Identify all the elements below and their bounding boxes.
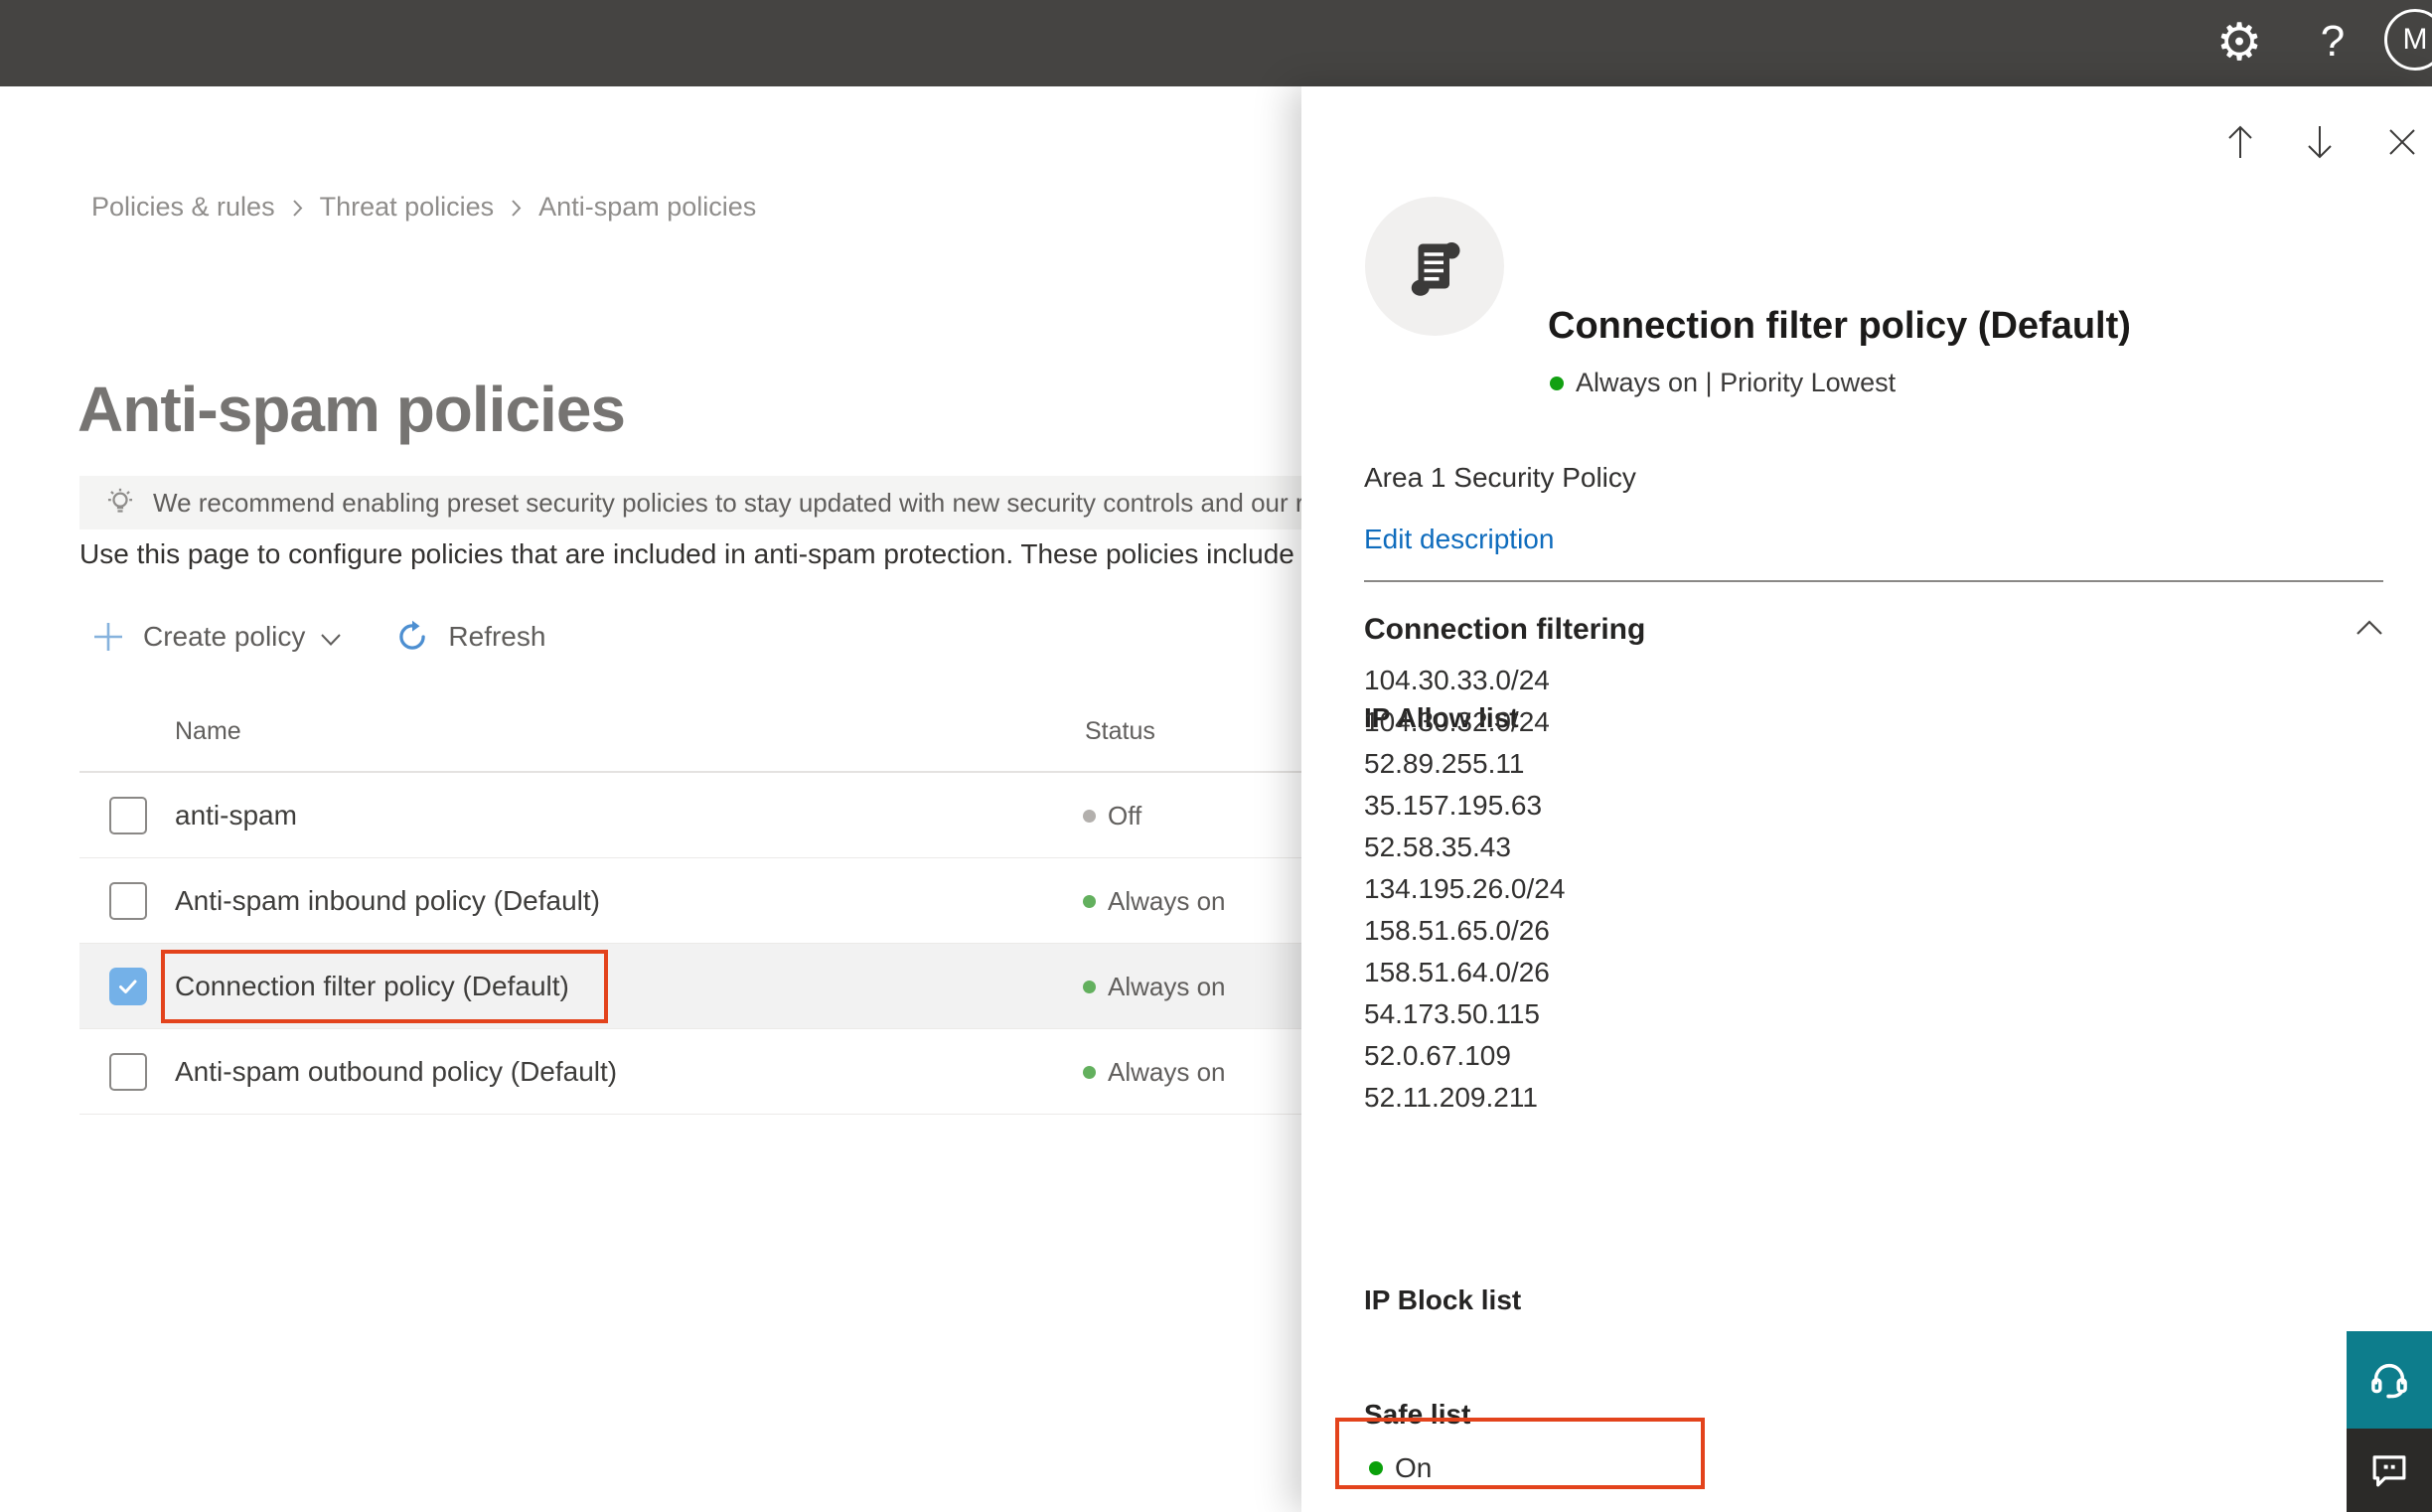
- status-dot-on: [1550, 376, 1564, 390]
- annotation-box: [1335, 1418, 1705, 1489]
- table-row[interactable]: Anti-spam inbound policy (Default) Alway…: [79, 858, 1303, 944]
- ip-entry: 52.0.67.109: [1364, 1040, 1511, 1071]
- banner-text: We recommend enabling preset security po…: [153, 487, 1303, 518]
- feedback-button[interactable]: [2347, 1429, 2432, 1512]
- headset-icon: [2366, 1357, 2412, 1403]
- refresh-button[interactable]: Refresh: [394, 619, 559, 655]
- flyout-title: Connection filter policy (Default): [1548, 305, 2131, 347]
- ip-entry: 52.58.35.43: [1364, 832, 1511, 862]
- edit-description-link[interactable]: Edit description: [1364, 524, 1554, 555]
- ip-entry: 158.51.65.0/26: [1364, 915, 1550, 946]
- status-dot-on: [1083, 1066, 1096, 1079]
- ip-entry: 52.11.209.211: [1364, 1082, 1538, 1113]
- table-row[interactable]: Anti-spam outbound policy (Default) Alwa…: [79, 1029, 1303, 1115]
- chat-feedback-icon: [2368, 1449, 2410, 1491]
- section-title-connection-filtering: Connection filtering: [1364, 613, 1646, 646]
- row-checkbox[interactable]: [109, 1053, 147, 1091]
- status-label: Always on: [1108, 1057, 1226, 1087]
- toolbar: Create policy Refresh: [91, 612, 559, 662]
- status-cell: Off: [1083, 801, 1141, 832]
- breadcrumb-item-policies-rules[interactable]: Policies & rules: [91, 192, 275, 223]
- section-divider: [1364, 580, 2383, 582]
- page-description: Use this page to configure policies that…: [79, 538, 1294, 569]
- refresh-icon: [394, 619, 430, 655]
- policy-name[interactable]: Anti-spam inbound policy (Default): [175, 885, 600, 917]
- details-flyout: Connection filter policy (Default) Alway…: [1301, 86, 2432, 1512]
- status-cell: Always on: [1083, 1057, 1226, 1088]
- collapse-chevron-up-icon[interactable]: [2355, 619, 2384, 637]
- ip-block-list-label: IP Block list: [1364, 1285, 1522, 1315]
- row-checkbox[interactable]: [109, 882, 147, 920]
- ip-allow-list: 104.30.33.0/24 104.30.32.0/24 52.89.255.…: [1364, 660, 1565, 1119]
- create-policy-label: Create policy: [143, 621, 306, 652]
- policy-name[interactable]: Anti-spam outbound policy (Default): [175, 1056, 617, 1088]
- ip-entry: 104.30.32.0/24: [1364, 706, 1550, 737]
- avatar[interactable]: M: [2384, 9, 2432, 71]
- page-title: Anti-spam policies: [77, 373, 626, 445]
- lightbulb-icon: [103, 486, 137, 520]
- chevron-right-icon: [510, 198, 523, 219]
- ip-entry: 54.173.50.115: [1364, 998, 1540, 1029]
- policy-description: Area 1 Security Policy: [1364, 462, 1636, 493]
- policy-name[interactable]: anti-spam: [175, 800, 297, 832]
- table-row[interactable]: anti-spam Off: [79, 773, 1303, 858]
- recommendation-banner: We recommend enabling preset security po…: [79, 476, 1303, 529]
- row-checkbox[interactable]: [109, 797, 147, 834]
- row-checkbox-checked[interactable]: [109, 968, 147, 1005]
- ip-entry: 35.157.195.63: [1364, 790, 1543, 821]
- status-cell: Always on: [1083, 886, 1226, 917]
- breadcrumb-item-threat-policies[interactable]: Threat policies: [320, 192, 495, 223]
- status-label: Always on: [1108, 886, 1226, 916]
- breadcrumb-item-anti-spam-policies: Anti-spam policies: [538, 192, 757, 222]
- chevron-right-icon: [291, 198, 304, 219]
- flyout-status-label: Always on | Priority Lowest: [1576, 368, 1897, 397]
- row-divider: [79, 1114, 1303, 1115]
- refresh-label: Refresh: [448, 621, 546, 652]
- status-label: Always on: [1108, 972, 1226, 1001]
- plus-icon: [91, 620, 125, 654]
- next-item-arrow-down-icon[interactable]: [2303, 122, 2337, 162]
- settings-gear-icon[interactable]: ⚙: [2211, 10, 2267, 76]
- ip-entry: 104.30.33.0/24: [1364, 665, 1550, 695]
- close-icon[interactable]: [2386, 126, 2418, 158]
- policy-icon-circle: [1365, 197, 1504, 336]
- top-bar: ⚙ ? M: [0, 0, 2432, 86]
- column-header-status[interactable]: Status: [1085, 717, 1155, 746]
- support-button[interactable]: [2347, 1331, 2432, 1429]
- status-dot-on: [1083, 895, 1096, 908]
- help-icon[interactable]: ?: [2311, 10, 2355, 76]
- table-row-selected[interactable]: Connection filter policy (Default) Alway…: [79, 944, 1303, 1029]
- status-dot-on: [1083, 981, 1096, 993]
- status-cell: Always on: [1083, 972, 1226, 1002]
- screen: ⚙ ? M Policies & rules Threat policies A…: [0, 0, 2432, 1512]
- create-policy-button[interactable]: Create policy: [91, 620, 343, 654]
- status-label: Off: [1108, 801, 1142, 831]
- ip-entry: 52.89.255.11: [1364, 748, 1525, 779]
- column-header-name[interactable]: Name: [175, 717, 241, 746]
- status-dot-off: [1083, 810, 1096, 823]
- ip-entry: 134.195.26.0/24: [1364, 873, 1566, 904]
- flyout-status: Always on | Priority Lowest: [1550, 368, 1896, 398]
- previous-item-arrow-up-icon[interactable]: [2223, 122, 2257, 162]
- scroll-policy-icon: [1399, 230, 1470, 302]
- ip-entry: 158.51.64.0/26: [1364, 957, 1550, 987]
- chevron-down-icon: [319, 632, 343, 648]
- breadcrumb: Policies & rules Threat policies Anti-sp…: [91, 192, 756, 223]
- annotation-box: [161, 950, 608, 1023]
